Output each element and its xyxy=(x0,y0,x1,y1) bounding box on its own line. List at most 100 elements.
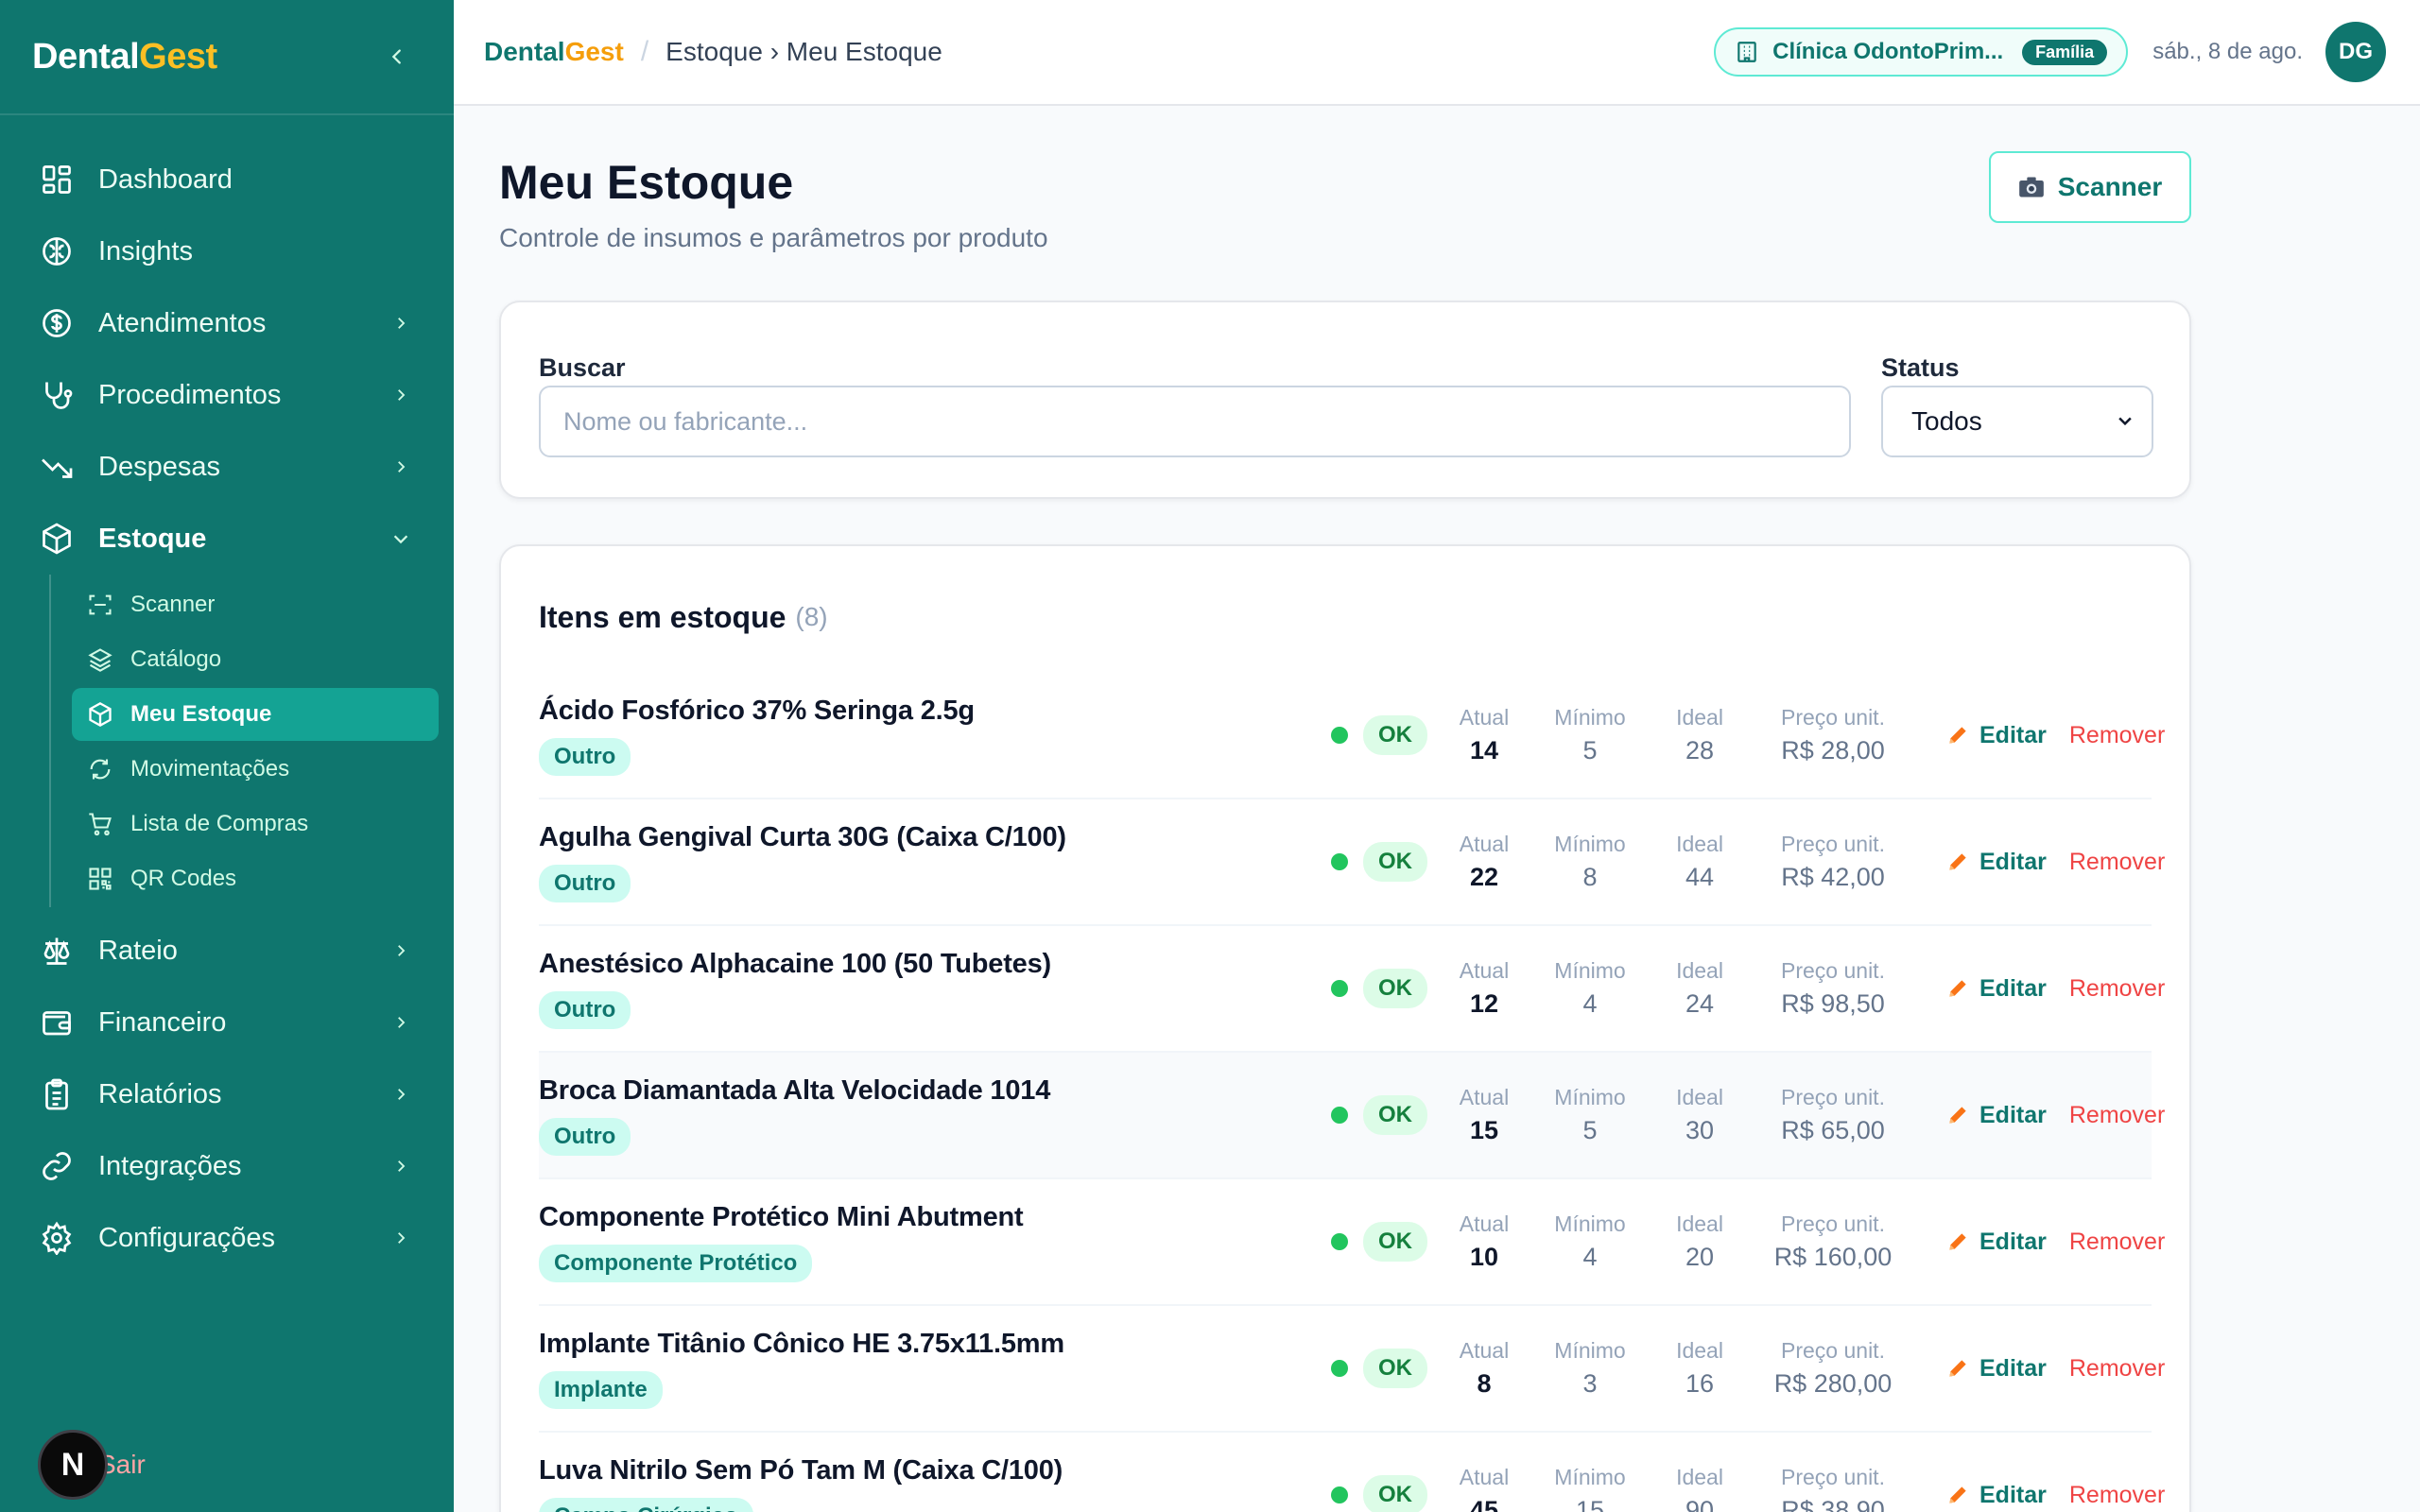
sidebar-item-integracoes[interactable]: Integrações xyxy=(0,1130,454,1202)
metric-value: R$ 28,00 xyxy=(1781,736,1885,765)
submenu-item-meu-estoque[interactable]: Meu Estoque xyxy=(72,688,439,741)
metric-label: Ideal xyxy=(1676,1211,1723,1236)
remove-button[interactable]: Remover xyxy=(2069,1228,2165,1256)
metric-label: Atual xyxy=(1459,958,1510,983)
edit-button[interactable]: Editar xyxy=(1945,1102,2047,1129)
sidebar-item-rateio[interactable]: Rateio xyxy=(0,915,454,987)
item-info: Anestésico Alphacaine 100 (50 Tubetes) O… xyxy=(539,949,1331,1029)
remove-button[interactable]: Remover xyxy=(2069,1482,2165,1509)
sidebar-item-procedimentos[interactable]: Procedimentos xyxy=(0,359,454,431)
item-info: Agulha Gengival Curta 30G (Caixa C/100) … xyxy=(539,822,1331,902)
metric-label: Preço unit. xyxy=(1781,1338,1885,1363)
sidebar-item-atendimentos[interactable]: Atendimentos xyxy=(0,287,454,359)
avatar[interactable]: DG xyxy=(2325,22,2386,82)
pencil-icon xyxy=(1945,976,1970,1001)
clipboard-icon xyxy=(38,1075,76,1113)
sidebar-item-financeiro[interactable]: Financeiro xyxy=(0,987,454,1058)
chevron-down-icon xyxy=(389,527,412,550)
app-logo[interactable]: DentalGest xyxy=(32,37,217,77)
metric-value: 44 xyxy=(1685,863,1715,891)
metric-label: Preço unit. xyxy=(1781,705,1885,730)
metric-label: Mínimo xyxy=(1554,832,1626,856)
edit-button[interactable]: Editar xyxy=(1945,849,2047,876)
item-status: OK xyxy=(1331,1349,1435,1388)
scanner-button[interactable]: Scanner xyxy=(1989,151,2191,223)
edit-button[interactable]: Editar xyxy=(1945,1355,2047,1383)
breadcrumb-home[interactable]: DentalGest xyxy=(484,37,624,67)
metric-label: Ideal xyxy=(1676,958,1723,983)
metric-preco: Preço unit. R$ 28,00 xyxy=(1753,705,1913,765)
sidebar-item-label: Relatórios xyxy=(98,1078,222,1109)
collapse-sidebar-icon[interactable] xyxy=(382,42,412,72)
edit-button[interactable]: Editar xyxy=(1945,722,2047,749)
box-icon xyxy=(85,699,115,730)
metric-value: 24 xyxy=(1685,989,1715,1018)
edit-button[interactable]: Editar xyxy=(1945,1482,2047,1509)
sidebar-footer: N Sair xyxy=(0,1418,454,1512)
sidebar-item-estoque[interactable]: Estoque xyxy=(0,503,454,575)
sidebar-item-dashboard[interactable]: Dashboard xyxy=(0,144,454,215)
item-name: Broca Diamantada Alta Velocidade 1014 xyxy=(539,1074,1051,1106)
metric-ideal: Ideal 24 xyxy=(1647,958,1753,1019)
gear-icon xyxy=(38,1219,76,1257)
metric-value: 22 xyxy=(1469,863,1499,891)
item-name: Ácido Fosfórico 37% Seringa 2.5g xyxy=(539,695,975,726)
item-name: Luva Nitrilo Sem Pó Tam M (Caixa C/100) xyxy=(539,1454,1063,1486)
metric-minimo: Mínimo 8 xyxy=(1533,832,1647,892)
search-input[interactable] xyxy=(539,386,1851,457)
edit-button[interactable]: Editar xyxy=(1945,975,2047,1003)
metric-value: 15 xyxy=(1575,1496,1605,1512)
submenu-item-scanner[interactable]: Scanner xyxy=(72,578,439,631)
clinic-plan-badge: Família xyxy=(2022,39,2108,65)
list-item: Componente Protético Mini Abutment Compo… xyxy=(539,1179,2165,1306)
chevron-right-icon xyxy=(389,1227,412,1249)
submenu-item-movimentacoes[interactable]: Movimentações xyxy=(72,743,439,796)
status-badge: OK xyxy=(1363,1349,1427,1388)
status-badge: OK xyxy=(1363,1475,1427,1512)
metric-label: Mínimo xyxy=(1554,958,1626,983)
pencil-icon xyxy=(1945,1103,1970,1127)
remove-button[interactable]: Remover xyxy=(2069,1102,2165,1129)
metric-value: R$ 38,90 xyxy=(1781,1496,1885,1512)
submenu-item-lista-de-compras[interactable]: Lista de Compras xyxy=(72,798,439,850)
metric-preco: Preço unit. R$ 38,90 xyxy=(1753,1465,1913,1512)
item-info: Broca Diamantada Alta Velocidade 1014 Ou… xyxy=(539,1075,1331,1156)
dashboard-icon xyxy=(38,161,76,198)
next-dev-badge[interactable]: N xyxy=(38,1430,108,1500)
status-badge: OK xyxy=(1363,715,1427,755)
metric-label: Preço unit. xyxy=(1781,1085,1885,1109)
list-count: (8) xyxy=(795,602,828,631)
remove-button[interactable]: Remover xyxy=(2069,975,2165,1003)
remove-button[interactable]: Remover xyxy=(2069,849,2165,876)
sidebar-item-label: Integrações xyxy=(98,1150,242,1181)
metric-atual: Atual 8 xyxy=(1435,1338,1533,1399)
submenu-item-qr-codes[interactable]: QR Codes xyxy=(72,852,439,905)
edit-label: Editar xyxy=(1979,1354,2047,1382)
remove-button[interactable]: Remover xyxy=(2069,722,2165,749)
sidebar-item-insights[interactable]: Insights xyxy=(0,215,454,287)
sidebar-item-despesas[interactable]: Despesas xyxy=(0,431,454,503)
item-status: OK xyxy=(1331,715,1435,755)
submenu-item-label: Catálogo xyxy=(130,646,222,672)
clinic-selector[interactable]: Clínica OdontoPrim... Família xyxy=(1714,27,2129,77)
metric-minimo: Mínimo 4 xyxy=(1533,958,1647,1019)
item-info: Ácido Fosfórico 37% Seringa 2.5g Outro xyxy=(539,696,1331,776)
submenu-item-catalogo[interactable]: Catálogo xyxy=(72,633,439,686)
edit-button[interactable]: Editar xyxy=(1945,1228,2047,1256)
metric-value: 16 xyxy=(1685,1369,1715,1398)
metric-atual: Atual 45 xyxy=(1435,1465,1533,1512)
sidebar-item-relatorios[interactable]: Relatórios xyxy=(0,1058,454,1130)
metric-value: 3 xyxy=(1582,1369,1598,1398)
remove-button[interactable]: Remover xyxy=(2069,1355,2165,1383)
metric-label: Ideal xyxy=(1676,705,1723,730)
sidebar-item-configuracoes[interactable]: Configurações xyxy=(0,1202,454,1274)
dollar-circle-icon xyxy=(38,304,76,342)
scanner-button-label: Scanner xyxy=(2057,172,2163,201)
sidebar-nav: Dashboard Insights Atendimentos Procedim… xyxy=(0,115,454,1274)
status-select[interactable]: Todos xyxy=(1881,386,2153,457)
item-category-badge: Outro xyxy=(539,990,631,1029)
item-category-badge: Outro xyxy=(539,864,631,902)
item-status: OK xyxy=(1331,1475,1435,1512)
item-status: OK xyxy=(1331,969,1435,1008)
status-select-value: Todos xyxy=(1911,406,1982,436)
